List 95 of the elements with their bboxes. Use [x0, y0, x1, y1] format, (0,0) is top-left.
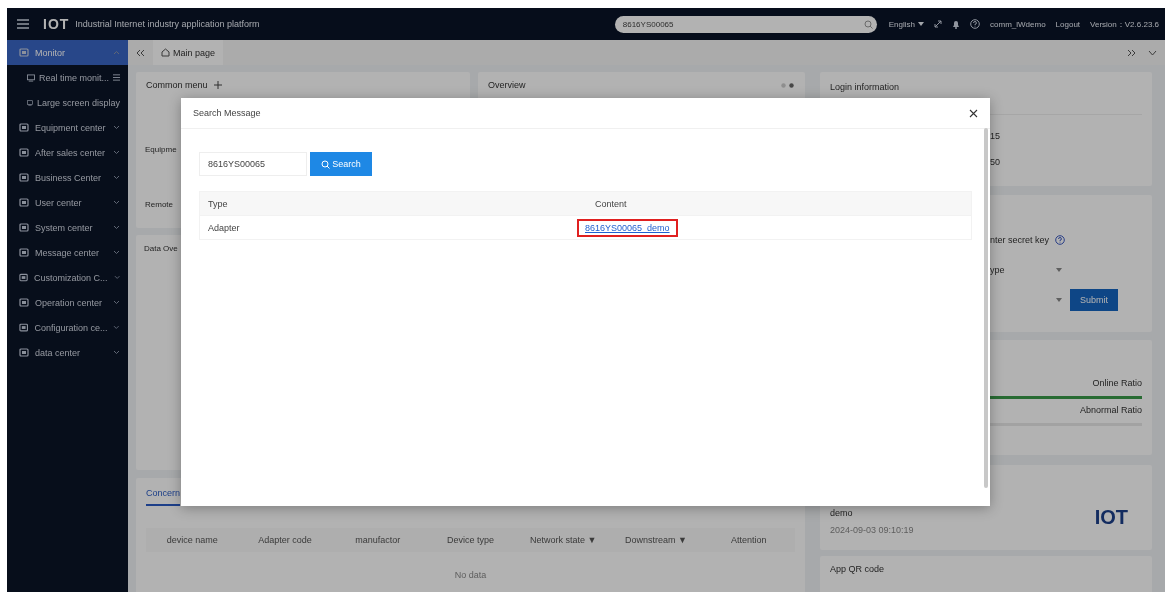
- ratio-label: Abnormal Ratio: [1079, 405, 1142, 415]
- user-name[interactable]: comm_lWdemo: [990, 19, 1046, 29]
- column-header: Type: [207, 198, 228, 209]
- screen-icon: [27, 73, 35, 82]
- info-value: 50: [990, 157, 1000, 167]
- module-icon: [19, 247, 29, 258]
- module-icon: [19, 322, 29, 333]
- close-icon[interactable]: [969, 108, 978, 118]
- field-label: nter secret key: [990, 235, 1050, 245]
- sidebar-item[interactable]: Operation center: [7, 290, 128, 315]
- chevron-down-icon: [113, 150, 120, 155]
- chevron-down-icon: [113, 250, 120, 255]
- search-input[interactable]: 8616YS00065: [199, 152, 307, 176]
- column-header[interactable]: Network state ▼: [516, 535, 610, 545]
- module-icon: [19, 47, 29, 58]
- search-icon[interactable]: [863, 19, 873, 29]
- submit-button[interactable]: Submit: [1070, 289, 1118, 311]
- module-icon: [19, 297, 29, 308]
- menu-shortcut[interactable]: Remote: [145, 200, 173, 209]
- logo: IOT: [43, 16, 70, 32]
- chevron-down-icon: [113, 200, 120, 205]
- login-time: 2024-09-03 09:10:19: [830, 525, 914, 535]
- fullscreen-icon[interactable]: [934, 20, 942, 28]
- search-field[interactable]: 8616YS00065: [614, 15, 877, 33]
- carousel-dots-icon[interactable]: [781, 82, 795, 88]
- bell-icon[interactable]: [952, 19, 960, 29]
- version-label: Version：V2.6.23.6: [1090, 18, 1159, 30]
- module-icon: [19, 122, 29, 133]
- module-icon: [19, 272, 29, 283]
- column-header[interactable]: Attention: [702, 535, 796, 545]
- search-icon: [321, 159, 331, 169]
- dialog-title: Search Message: [193, 108, 262, 118]
- chevron-up-icon: [113, 50, 120, 55]
- column-header[interactable]: manufactor: [331, 535, 425, 545]
- table-cell-text: Adapter: [207, 222, 240, 233]
- sidebar-item[interactable]: Customization C...: [7, 265, 128, 290]
- card-title: Common menu: [146, 80, 208, 90]
- scrollbar[interactable]: [984, 128, 988, 488]
- sidebar-item[interactable]: System center: [7, 215, 128, 240]
- column-header: Content: [594, 198, 627, 209]
- card-title: App QR code: [830, 564, 885, 574]
- chevron-down-icon: [113, 175, 120, 180]
- chevron-down-icon[interactable]: [1148, 49, 1157, 56]
- sidebar-item[interactable]: Equipment center: [7, 115, 128, 140]
- type-select[interactable]: ype: [990, 265, 1062, 275]
- sidebar-item[interactable]: Configuration ce...: [7, 315, 128, 340]
- module-icon: [19, 347, 29, 358]
- sidebar-item[interactable]: User center: [7, 190, 128, 215]
- sidebar-subitem[interactable]: Real time monit...: [7, 65, 128, 90]
- collapse-left-icon[interactable]: [136, 48, 145, 57]
- chevron-down-icon: [113, 125, 120, 130]
- empty-message: No data: [454, 570, 487, 580]
- info-value: 15: [990, 131, 1000, 141]
- column-header[interactable]: Downstream ▼: [609, 535, 703, 545]
- column-header[interactable]: Device type: [424, 535, 517, 545]
- brand-logo: IOT: [1094, 506, 1128, 529]
- module-icon: [19, 147, 29, 158]
- column-header[interactable]: device name: [146, 535, 239, 545]
- search-button[interactable]: Search: [310, 152, 372, 176]
- result-link[interactable]: 8616YS00065_demo: [579, 220, 676, 235]
- help-icon[interactable]: [1055, 235, 1066, 245]
- module-icon: [19, 172, 29, 183]
- screen-icon: [27, 98, 33, 107]
- account-name: demo: [830, 508, 853, 518]
- module-icon: [19, 222, 29, 233]
- language-selector[interactable]: English: [888, 19, 924, 29]
- expand-right-icon[interactable]: [1127, 48, 1136, 57]
- chevron-down-icon: [113, 225, 120, 230]
- menu-icon[interactable]: [17, 19, 29, 29]
- sidebar-item[interactable]: data center: [7, 340, 128, 365]
- sidebar-item[interactable]: Message center: [7, 240, 128, 265]
- caret-down-icon: [1056, 298, 1062, 302]
- caret-down-icon: [1056, 268, 1062, 272]
- chevron-down-icon: [113, 300, 120, 305]
- sidebar-item[interactable]: Monitor: [7, 40, 128, 65]
- caret-down-icon: [918, 22, 924, 26]
- app-title: Industrial Internet industry application platform: [75, 19, 260, 29]
- module-icon: [19, 197, 29, 208]
- home-icon: [161, 48, 170, 57]
- card-title: Overview: [488, 80, 526, 90]
- menu-shortcut[interactable]: Equipme: [145, 145, 177, 154]
- plus-icon[interactable]: [213, 81, 222, 89]
- sidebar-item[interactable]: Business Center: [7, 165, 128, 190]
- card-title: Login information: [830, 82, 900, 92]
- logout-link[interactable]: Logout: [1055, 19, 1081, 29]
- ratio-label: Online Ratio: [1092, 378, 1142, 388]
- chevron-down-icon: [113, 325, 120, 330]
- list-icon[interactable]: [112, 74, 120, 81]
- sidebar-subitem[interactable]: Large screen display: [7, 90, 128, 115]
- sidebar-item[interactable]: After sales center: [7, 140, 128, 165]
- page-tab[interactable]: Main page: [153, 40, 224, 65]
- column-header[interactable]: Adapter code: [238, 535, 332, 545]
- chevron-down-icon: [113, 350, 120, 355]
- chevron-down-icon: [113, 275, 120, 280]
- card-title: Data Ove: [144, 244, 178, 253]
